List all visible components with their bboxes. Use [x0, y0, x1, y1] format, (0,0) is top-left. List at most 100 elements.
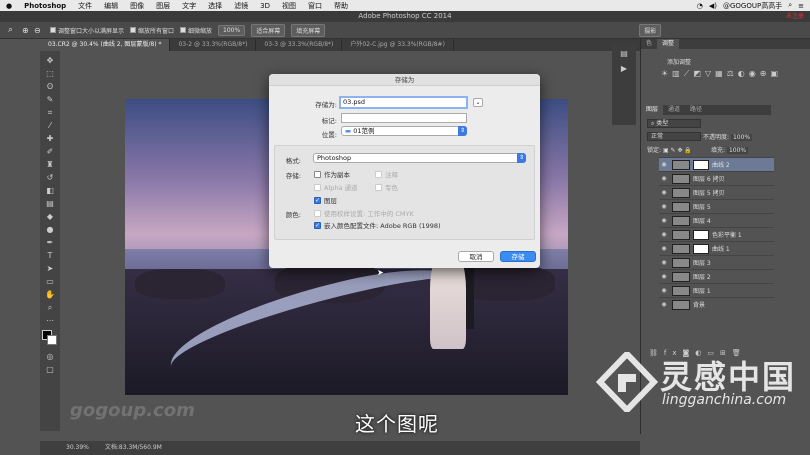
tab-03-cr2[interactable]: 03.CR2 @ 30.4% (曲线 2, 图层蒙版/8) *	[40, 39, 171, 51]
layer-name[interactable]: 曲线 1	[712, 244, 730, 253]
tags-input[interactable]	[341, 113, 467, 123]
lookup-icon[interactable]: ▣	[770, 69, 778, 79]
layer-name[interactable]: 图层 2	[693, 272, 711, 281]
brightness-icon[interactable]: ☀	[661, 69, 668, 79]
zoom-all-option[interactable]: 缩放所有窗口	[130, 26, 174, 35]
eye-icon[interactable]: ◉	[659, 287, 669, 294]
background-color[interactable]	[47, 335, 57, 345]
menu-view[interactable]: 视图	[276, 1, 302, 11]
layer-name[interactable]: 曲线 2	[712, 160, 730, 169]
layer-row[interactable]: ◉ 图层 1	[659, 283, 774, 297]
brush-tool-icon[interactable]: ✐	[43, 146, 57, 158]
fill-control[interactable]: 填充: 100%	[711, 145, 749, 154]
layer-row[interactable]: ◉ 图层 2	[659, 269, 774, 283]
bw-icon[interactable]: ◐	[738, 69, 745, 79]
scrubby-zoom-option[interactable]: 细微缩放	[180, 26, 212, 35]
eye-icon[interactable]: ◉	[659, 189, 669, 196]
list-icon[interactable]: ≡	[798, 2, 804, 10]
layer-row[interactable]: ◉ 图层 4	[659, 213, 774, 227]
tab-adjustments[interactable]: 调整	[657, 39, 680, 49]
layer-row[interactable]: ◉ 图层 6 拷贝	[659, 171, 774, 185]
layer-name[interactable]: 背景	[693, 300, 705, 309]
actions-panel-icon[interactable]: ▶	[612, 64, 636, 73]
layer-row[interactable]: ◉ 图层 5 拷贝	[659, 185, 774, 199]
quick-select-tool-icon[interactable]: ✎	[43, 94, 57, 106]
path-select-tool-icon[interactable]: ➤	[43, 263, 57, 275]
menu-select[interactable]: 选择	[202, 1, 228, 11]
filename-input[interactable]: 03.psd	[339, 96, 468, 109]
quick-mask-icon[interactable]: ◎	[43, 351, 57, 363]
as-copy-checkbox[interactable]: 作为副本	[314, 169, 350, 179]
zoom-out-icon[interactable]: ⊖	[34, 26, 41, 35]
layer-mask-thumbnail[interactable]	[693, 243, 709, 254]
eraser-tool-icon[interactable]: ◧	[43, 185, 57, 197]
menu-app[interactable]: Photoshop	[18, 2, 72, 10]
status-doc-size[interactable]: 文档:83.3M/560.9M	[105, 441, 162, 455]
vibrance-icon[interactable]: ▽	[705, 69, 711, 79]
tab-layers[interactable]: 图层	[641, 105, 664, 115]
layer-name[interactable]: 色彩平衡 1	[712, 230, 742, 239]
pen-tool-icon[interactable]: ✒	[43, 237, 57, 249]
history-brush-tool-icon[interactable]: ↺	[43, 172, 57, 184]
wifi-icon[interactable]: ◔	[697, 2, 703, 10]
menu-3d[interactable]: 3D	[254, 2, 276, 10]
workspace-select[interactable]: 摄影	[639, 23, 662, 37]
layer-row[interactable]: ◉ 图层 5	[659, 199, 774, 213]
photo-filter-icon[interactable]: ◉	[749, 69, 756, 79]
menu-layer[interactable]: 图层	[150, 1, 176, 11]
save-button[interactable]: 存储	[500, 251, 536, 262]
layer-mask-thumbnail[interactable]	[693, 159, 709, 170]
layer-name[interactable]: 图层 5	[693, 202, 711, 211]
tab-channels[interactable]: 通道	[663, 105, 685, 115]
checkbox[interactable]	[130, 27, 137, 33]
layer-name[interactable]: 图层 5 拷贝	[693, 188, 725, 197]
resize-windows-option[interactable]: 调整窗口大小以满屏显示	[50, 26, 124, 35]
menu-window[interactable]: 窗口	[302, 1, 328, 11]
cancel-button[interactable]: 取消	[458, 251, 494, 262]
eyedropper-tool-icon[interactable]: ⁄	[43, 120, 57, 132]
layer-row[interactable]: ◉ 背景	[659, 297, 774, 311]
eye-icon[interactable]: ◉	[659, 259, 669, 266]
tab-outdoor-02c[interactable]: 户外02-C.jpg @ 33.3%(RGB/8#)	[342, 39, 454, 51]
eye-icon[interactable]: ◉	[659, 203, 669, 210]
levels-icon[interactable]: ▥	[672, 69, 680, 79]
color-balance-icon[interactable]: ⚖	[727, 69, 734, 79]
move-tool-icon[interactable]: ✥	[43, 55, 57, 67]
fit-screen-button[interactable]: 适合屏幕	[251, 23, 286, 37]
embed-profile-checkbox[interactable]: ✓ 嵌入颜色配置文件: Adobe RGB (1998)	[314, 220, 441, 230]
screen-mode-icon[interactable]: ▢	[43, 364, 57, 376]
lasso-tool-icon[interactable]: ʘ	[43, 81, 57, 93]
layer-name[interactable]: 图层 3	[693, 258, 711, 267]
zoom-tool-icon[interactable]: ⌕	[8, 25, 13, 35]
menu-image[interactable]: 图像	[124, 1, 150, 11]
gradient-tool-icon[interactable]: ▤	[43, 198, 57, 210]
channel-mixer-icon[interactable]: ⊕	[760, 69, 767, 79]
tab-color[interactable]: 色	[641, 39, 657, 49]
volume-icon[interactable]: ◀)	[709, 2, 717, 10]
healing-tool-icon[interactable]: ✚	[43, 133, 57, 145]
eye-icon[interactable]: ◉	[659, 301, 669, 308]
marquee-tool-icon[interactable]: ⬚	[43, 68, 57, 80]
eye-icon[interactable]: ◉	[659, 161, 669, 168]
layer-row[interactable]: ◉ 图层 3	[659, 255, 774, 269]
menu-filter[interactable]: 滤镜	[228, 1, 254, 11]
opacity-value[interactable]: 100%	[730, 134, 753, 141]
layer-mask-thumbnail[interactable]	[693, 229, 709, 240]
layer-name[interactable]: 图层 6 拷贝	[693, 174, 725, 183]
eye-icon[interactable]: ◉	[659, 175, 669, 182]
layer-row[interactable]: ◉ 曲线 2	[659, 157, 774, 171]
menu-file[interactable]: 文件	[72, 1, 98, 11]
eye-icon[interactable]: ◉	[659, 231, 669, 238]
opacity-control[interactable]: 不透明度: 100%	[703, 132, 753, 141]
layer-name[interactable]: 图层 1	[693, 286, 711, 295]
exposure-icon[interactable]: ◩	[693, 69, 701, 79]
type-tool-icon[interactable]: T	[43, 250, 57, 262]
zoom-tool-icon[interactable]: ⌕	[43, 302, 57, 314]
format-select[interactable]: Photoshop ⇕	[313, 153, 526, 163]
layer-row[interactable]: ◉ 曲线 1	[659, 241, 774, 255]
menu-type[interactable]: 文字	[176, 1, 202, 11]
checkbox-box[interactable]: ✓	[314, 221, 321, 229]
color-swatches[interactable]	[42, 330, 58, 346]
menu-help[interactable]: 帮助	[328, 1, 354, 11]
eye-icon[interactable]: ◉	[659, 217, 669, 224]
